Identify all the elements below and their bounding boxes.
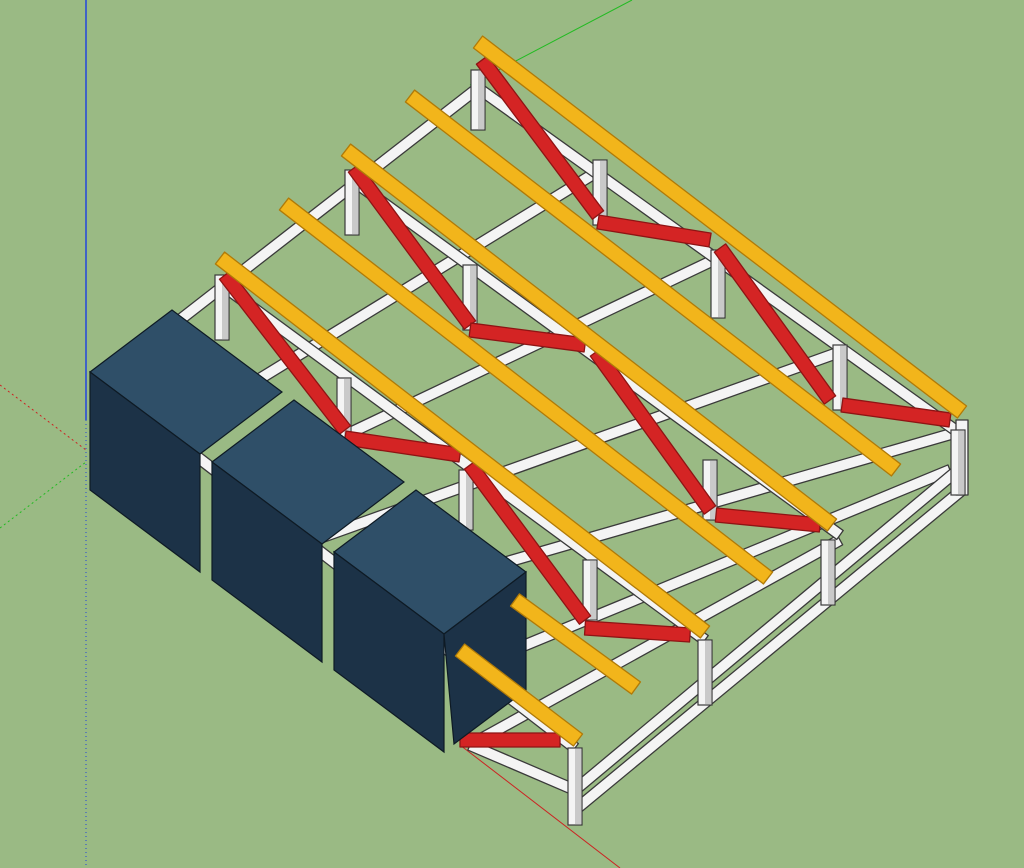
frame-post-shade[interactable] — [710, 461, 716, 519]
frame-post-shade[interactable] — [600, 161, 606, 224]
frame-post-shade[interactable] — [590, 561, 596, 619]
frame-post-shade[interactable] — [958, 431, 964, 494]
frame-post-shade[interactable] — [466, 471, 472, 529]
frame-post-shade[interactable] — [575, 749, 581, 824]
frame-post-shade[interactable] — [705, 641, 711, 704]
frame-post-shade[interactable] — [478, 71, 484, 129]
model-scene[interactable] — [0, 0, 1024, 868]
frame-post-shade[interactable] — [828, 541, 834, 604]
red-brace[interactable] — [459, 732, 561, 748]
3d-model-viewport[interactable] — [0, 0, 1024, 868]
